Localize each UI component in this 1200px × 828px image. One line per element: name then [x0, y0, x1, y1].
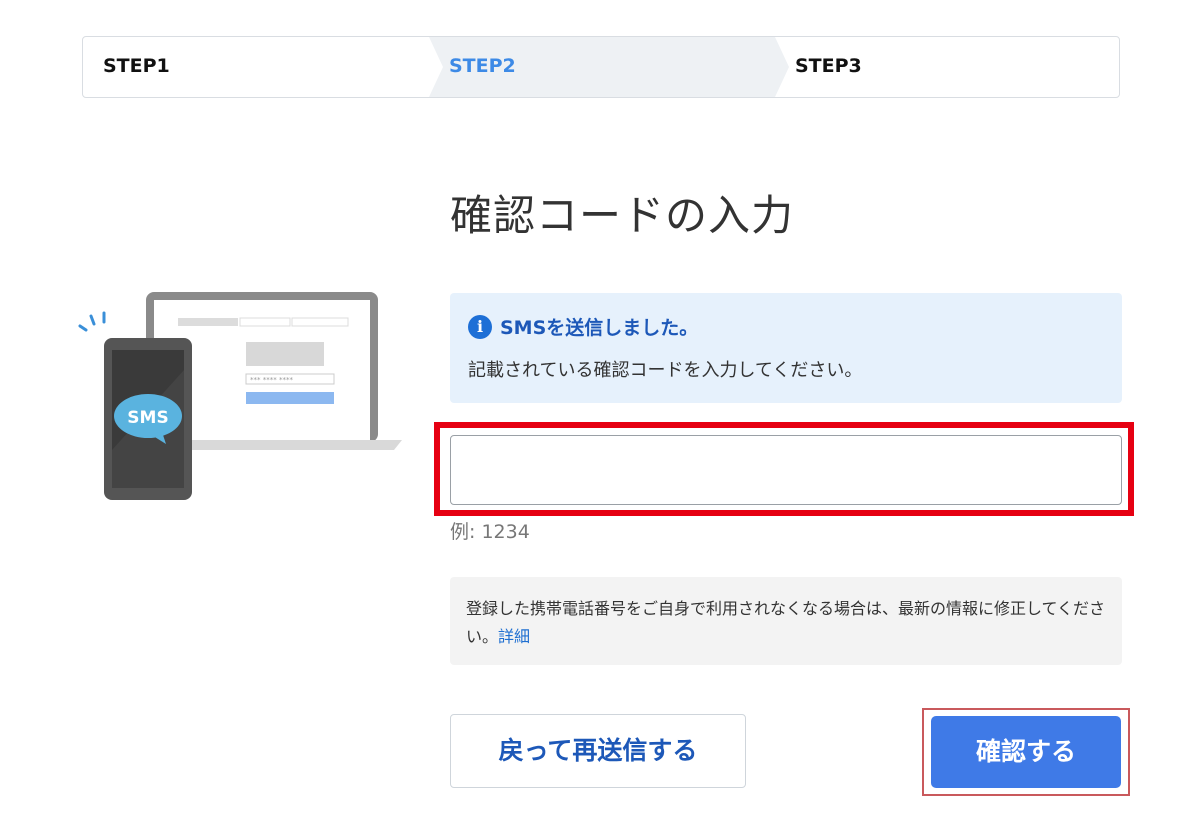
notice-heading: SMSを送信しました。 [500, 317, 699, 339]
confirm-button[interactable]: 確認する [931, 716, 1121, 788]
page-title: 確認コードの入力 [450, 191, 795, 240]
step-separator-arrow [775, 37, 789, 97]
sms-illustration: *** **** **** SMS [78, 292, 402, 500]
step-2-current: STEP2 [429, 37, 775, 97]
step-3: STEP3 [795, 55, 862, 77]
phone-number-note: 登録した携帯電話番号をご自身で利用されなくなる場合は、最新の情報に修正してくださ… [450, 577, 1122, 665]
verification-code-input[interactable] [450, 435, 1122, 505]
step-separator-arrow [429, 37, 443, 97]
input-example-hint: 例: 1234 [450, 521, 530, 543]
svg-text:*** **** ****: *** **** **** [250, 376, 293, 384]
step-progress-bar: STEP1 STEP2 STEP3 [82, 36, 1120, 98]
signal-icon [78, 311, 106, 332]
info-icon: i [468, 314, 492, 339]
sms-sent-notice: i SMSを送信しました。 記載されている確認コードを入力してください。 [450, 293, 1122, 403]
details-link[interactable]: 詳細 [498, 627, 530, 646]
sms-badge-text: SMS [127, 408, 168, 428]
note-text: 登録した携帯電話番号をご自身で利用されなくなる場合は、最新の情報に修正してくださ… [466, 599, 1106, 646]
back-and-resend-button[interactable]: 戻って再送信する [450, 714, 746, 788]
notice-body: 記載されている確認コードを入力してください。 [468, 360, 863, 381]
step-1: STEP1 [103, 55, 170, 77]
